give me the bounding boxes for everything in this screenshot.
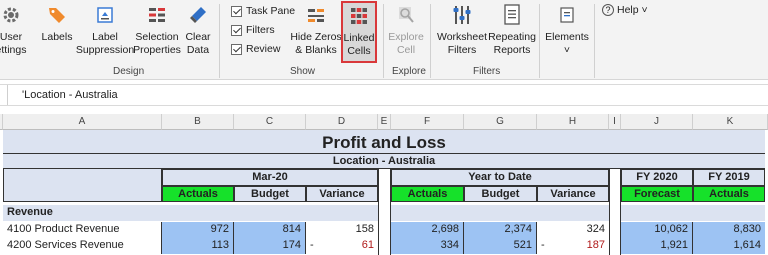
- ribbon-group-separator: [430, 4, 431, 78]
- report-title[interactable]: Profit and Loss: [3, 132, 765, 154]
- ribbon-group-separator: [594, 4, 595, 78]
- sliders-icon: [451, 4, 473, 26]
- selection-properties-icon: [146, 4, 168, 26]
- clear-data-button[interactable]: Clear Data: [184, 4, 212, 57]
- magnifier-icon: [395, 4, 417, 26]
- explore-cell-button[interactable]: Explore Cell: [388, 4, 424, 57]
- subheader-forecast[interactable]: Forecast: [621, 186, 693, 202]
- selection-properties-button[interactable]: Selection Properties: [133, 4, 181, 57]
- column-header-h[interactable]: H: [537, 114, 609, 130]
- tag-icon: [46, 4, 68, 26]
- report-subtitle[interactable]: Location - Australia: [3, 154, 765, 169]
- table-cell[interactable]: 324: [537, 222, 609, 238]
- row-label[interactable]: 4100 Product Revenue: [3, 222, 162, 238]
- group-header-ytd[interactable]: Year to Date: [391, 169, 609, 186]
- labels-button[interactable]: Labels: [40, 4, 74, 44]
- help-icon: ?: [602, 4, 614, 16]
- label-suppression-icon: [94, 4, 116, 26]
- column-header-k[interactable]: K: [693, 114, 768, 130]
- help-button[interactable]: ? Help ˅: [602, 4, 648, 16]
- table-cell[interactable]: 113: [162, 238, 234, 254]
- spacer-column-i[interactable]: [609, 169, 621, 255]
- table-cell[interactable]: 814: [234, 222, 306, 238]
- table-cell[interactable]: 2,698: [391, 222, 464, 238]
- table-cell[interactable]: 1,614: [693, 238, 765, 254]
- table-cell[interactable]: 174: [234, 238, 306, 254]
- row-label[interactable]: 4200 Services Revenue: [3, 238, 162, 254]
- group-label-explore: Explore: [392, 66, 426, 77]
- checkbox-checked-icon: [231, 5, 242, 17]
- ribbon-group-separator: [539, 4, 540, 78]
- column-header-i[interactable]: I: [609, 114, 621, 130]
- table-cell[interactable]: 334: [391, 238, 464, 254]
- checkbox-checked-icon: [231, 24, 242, 36]
- column-header-g[interactable]: G: [464, 114, 537, 130]
- table-cell[interactable]: 8,830: [693, 222, 765, 238]
- subheader-fy2019-actuals[interactable]: Actuals: [693, 186, 765, 202]
- table-cell[interactable]: 1,921: [621, 238, 693, 254]
- subheader-ytd-actuals[interactable]: Actuals: [391, 186, 464, 202]
- table-cell[interactable]: 10,062: [621, 222, 693, 238]
- linked-cells-button[interactable]: Linked Cells: [341, 1, 377, 63]
- gear-icon: [0, 4, 22, 26]
- table-cell[interactable]: 61: [322, 238, 378, 254]
- group-header-fy2019[interactable]: FY 2019: [693, 169, 765, 186]
- linked-cells-icon: [348, 5, 370, 27]
- table-cell[interactable]: 187: [553, 238, 609, 254]
- ribbon-group-separator: [383, 4, 384, 78]
- section-band: [391, 205, 609, 221]
- group-header-fy2020[interactable]: FY 2020: [621, 169, 693, 186]
- negative-sign[interactable]: -: [306, 238, 322, 254]
- formula-bar-value[interactable]: 'Location - Australia: [22, 89, 118, 101]
- elements-button[interactable]: Elements ˅: [545, 4, 589, 57]
- label-suppression-button[interactable]: Label Suppression: [76, 4, 134, 57]
- negative-sign[interactable]: -: [537, 238, 553, 254]
- spacer-column-e[interactable]: [378, 169, 391, 255]
- document-list-icon: [501, 4, 523, 26]
- table-cell[interactable]: 521: [464, 238, 537, 254]
- subheader-ytd-variance[interactable]: Variance: [537, 186, 609, 202]
- eraser-icon: [187, 4, 209, 26]
- checkbox-checked-icon: [231, 43, 242, 55]
- section-label-revenue[interactable]: Revenue: [3, 205, 378, 221]
- ribbon: User ettings Labels Label Suppression Se…: [0, 0, 768, 80]
- ribbon-group-separator: [219, 4, 220, 78]
- column-header-b[interactable]: B: [162, 114, 234, 130]
- table-cell[interactable]: 2,374: [464, 222, 537, 238]
- table-cell[interactable]: 972: [162, 222, 234, 238]
- table-cell[interactable]: 158: [306, 222, 378, 238]
- review-checkbox[interactable]: Review: [231, 43, 280, 55]
- group-header-mar20[interactable]: Mar-20: [162, 169, 378, 186]
- column-header-d[interactable]: D: [306, 114, 378, 130]
- group-label-design: Design: [113, 66, 145, 77]
- column-header-f[interactable]: F: [391, 114, 464, 130]
- group-label-show: Show: [290, 66, 316, 77]
- column-header-c[interactable]: C: [234, 114, 306, 130]
- column-header-a[interactable]: A: [3, 114, 162, 130]
- group-label-filters: Filters: [473, 66, 501, 77]
- user-settings-button[interactable]: User ettings: [0, 4, 28, 57]
- elements-icon: [556, 4, 578, 26]
- formula-bar-left-edge: [0, 85, 8, 105]
- subheader-budget[interactable]: Budget: [234, 186, 306, 202]
- worksheet[interactable]: A B C D E F G H I J K Profit and Loss Lo…: [0, 114, 768, 255]
- subheader-actuals[interactable]: Actuals: [162, 186, 234, 202]
- task-pane-checkbox[interactable]: Task Pane: [231, 5, 295, 17]
- repeating-reports-button[interactable]: Repeating Reports: [488, 4, 536, 57]
- subheader-ytd-budget[interactable]: Budget: [464, 186, 537, 202]
- column-header-j[interactable]: J: [621, 114, 693, 130]
- header-label-cell[interactable]: [3, 169, 162, 202]
- hide-zeros-icon: [305, 4, 327, 26]
- section-band: [621, 205, 765, 221]
- hide-zeros-blanks-button[interactable]: Hide Zeros & Blanks: [290, 4, 342, 57]
- filters-checkbox[interactable]: Filters: [231, 24, 275, 36]
- formula-bar[interactable]: 'Location - Australia: [0, 84, 768, 106]
- worksheet-filters-button[interactable]: Worksheet Filters: [436, 4, 488, 57]
- column-header-e[interactable]: E: [378, 114, 391, 130]
- subheader-variance[interactable]: Variance: [306, 186, 378, 202]
